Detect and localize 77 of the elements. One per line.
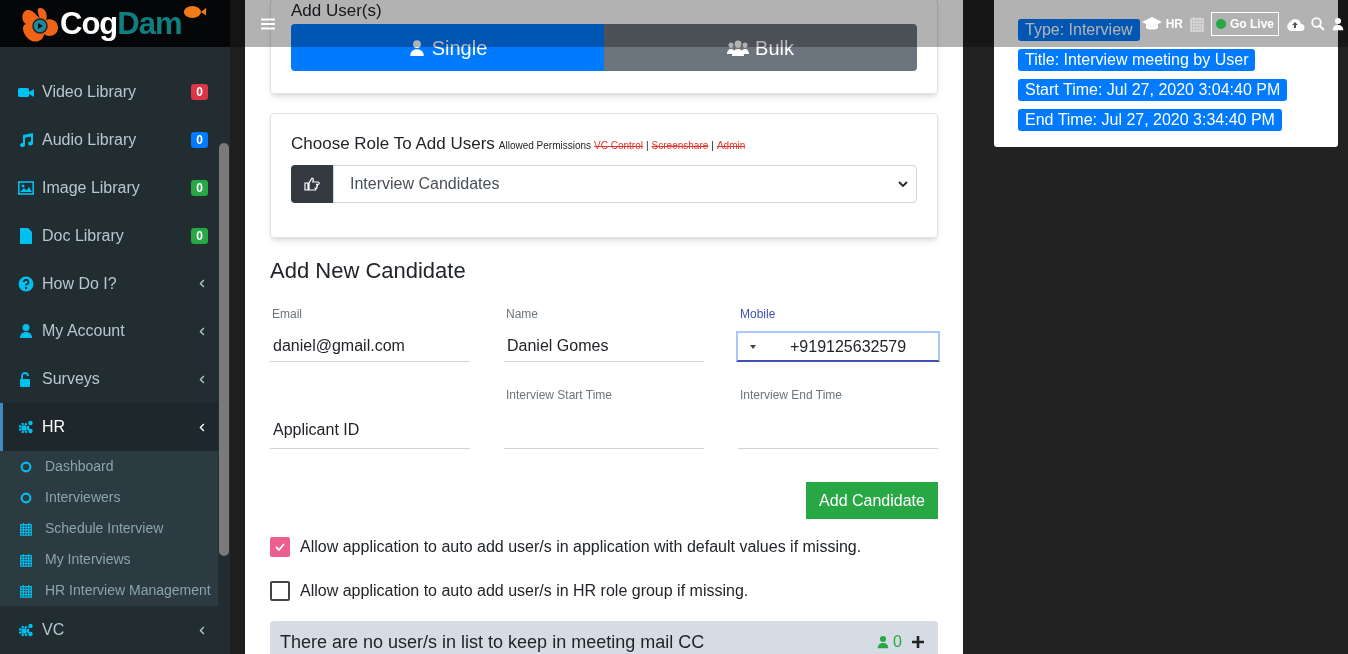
- plus-icon[interactable]: [912, 636, 924, 648]
- sidebar-item[interactable]: Audio Library 0: [0, 115, 218, 164]
- user-icon: [876, 635, 891, 649]
- field-label: Interview Start Time: [505, 388, 614, 402]
- scrollbar-thumb[interactable]: [219, 143, 229, 556]
- calendar-icon: [19, 552, 33, 567]
- sidebar-item[interactable]: How Do I?: [0, 259, 218, 308]
- permission-tag: Admin: [716, 134, 746, 158]
- sidebar-item[interactable]: VC: [0, 606, 218, 654]
- cc-list-message: There are no user/s in list to keep in meeting mail CC: [280, 631, 705, 653]
- count-badge: 0: [191, 227, 208, 244]
- calendar-icon: [19, 583, 33, 598]
- gears-icon: [18, 419, 34, 436]
- permission-tag: VC Control: [594, 134, 643, 158]
- checkmark-icon: [274, 541, 286, 553]
- user-count: 0: [893, 632, 902, 652]
- sidebar-item[interactable]: HR: [0, 403, 218, 452]
- field-label: Mobile: [739, 307, 777, 321]
- card-title: Add User(s): [291, 1, 383, 20]
- gears-icon: [18, 622, 34, 639]
- sidebar-item[interactable]: Surveys: [0, 355, 218, 404]
- document-icon: [18, 227, 34, 244]
- meeting-info-tag: Title: Interview meeting by User: [1018, 49, 1256, 71]
- users-icon: [727, 38, 750, 57]
- input-field[interactable]: daniel@gmail.com: [270, 331, 470, 362]
- checkbox[interactable]: [270, 581, 290, 601]
- toggle-button[interactable]: Bulk: [604, 24, 917, 71]
- graduation-cap-icon: [1141, 16, 1162, 31]
- help-icon: [18, 275, 34, 292]
- speech-bubble-icon: [183, 4, 208, 20]
- checkbox-label: Allow application to auto add user/s in HR role group if missing.: [300, 581, 749, 601]
- sidebar-item[interactable]: Image Library 0: [0, 163, 218, 212]
- calendar-icon: [1189, 15, 1205, 32]
- chevron-down-icon: [898, 179, 908, 189]
- field-label: Name: [505, 307, 539, 321]
- calendar-icon: [19, 521, 33, 536]
- sidebar-item[interactable]: Doc Library 0: [0, 211, 218, 260]
- card-title: Choose Role To Add Users: [291, 133, 495, 155]
- permission-tag: Screenshare: [651, 134, 709, 158]
- user-icon: [407, 38, 426, 57]
- input-field[interactable]: Daniel Gomes: [504, 331, 704, 362]
- sidebar-item[interactable]: My Account: [0, 307, 218, 356]
- music-note-icon: [18, 131, 34, 148]
- submenu-item[interactable]: Interviewers: [0, 482, 218, 514]
- role-select[interactable]: Interview Candidates: [333, 165, 917, 203]
- separator-text: |: [646, 139, 649, 153]
- field-label: Email: [271, 307, 303, 321]
- sidebar-item[interactable]: Video Library 0: [0, 68, 218, 116]
- meeting-info-tag: End Time: Jul 27, 2020 3:34:40 PM: [1018, 109, 1282, 131]
- dropdown-caret-icon: [750, 344, 756, 349]
- count-badge: 0: [191, 131, 208, 148]
- user-icon: [18, 323, 34, 340]
- input-field[interactable]: Applicant ID: [270, 412, 470, 449]
- submenu-item[interactable]: Schedule Interview: [0, 513, 218, 545]
- circle-icon: [19, 459, 33, 474]
- checkbox-label: Allow application to auto add user/s in application with default values if missing.: [300, 537, 862, 557]
- field-label: Interview End Time: [739, 388, 844, 402]
- cloud-upload-icon[interactable]: [1285, 16, 1305, 31]
- submenu-item[interactable]: HR Interview Management: [0, 575, 218, 607]
- checkbox[interactable]: [270, 537, 290, 557]
- count-badge: 0: [191, 83, 208, 100]
- separator-text: |: [711, 139, 714, 153]
- menu-icon[interactable]: [261, 17, 275, 30]
- meeting-info-tag: Type: Interview: [1018, 19, 1140, 41]
- count-badge: 0: [191, 179, 208, 196]
- meeting-info-tag: Start Time: Jul 27, 2020 3:04:40 PM: [1018, 79, 1288, 101]
- toggle-button[interactable]: Single: [291, 24, 604, 71]
- section-heading: Add New Candidate: [270, 259, 467, 283]
- phone-input[interactable]: +919125632579: [736, 331, 940, 362]
- logo-wordmark: CogDam: [60, 6, 182, 41]
- permissions-label: Allowed Permissions: [498, 139, 592, 153]
- pointing-hand-icon: [304, 176, 320, 192]
- submenu-item[interactable]: Dashboard: [0, 451, 218, 483]
- circle-icon: [19, 490, 33, 505]
- image-icon: [18, 179, 34, 196]
- search-icon[interactable]: [1311, 16, 1325, 31]
- submenu-item[interactable]: My Interviews: [0, 544, 218, 576]
